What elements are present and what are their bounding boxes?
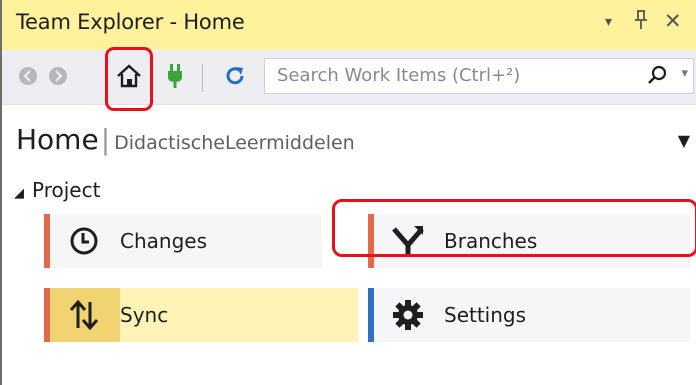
team-explorer-window: Team Explorer - Home ▾ ✕ Search Work Ite… xyxy=(0,0,696,385)
search-placeholder: Search Work Items (Ctrl+²) xyxy=(277,65,521,86)
tile-label: Sync xyxy=(120,303,169,327)
close-icon[interactable]: ✕ xyxy=(664,9,682,33)
toolbar-separator xyxy=(202,64,203,92)
search-options-dropdown-icon[interactable]: ▾ xyxy=(681,66,688,81)
branches-tile-highlight xyxy=(332,199,696,257)
sync-arrows-icon xyxy=(62,293,106,337)
tile-label: Settings xyxy=(444,303,527,327)
connect-button[interactable] xyxy=(162,58,188,94)
repository-name: DidactischeLeermiddelen xyxy=(114,132,355,154)
search-icon[interactable] xyxy=(647,64,669,90)
gear-icon xyxy=(386,293,430,337)
collapse-icon: ◢ xyxy=(14,186,24,201)
window-menu-dropdown-icon[interactable]: ▾ xyxy=(605,14,612,30)
plug-icon xyxy=(168,64,182,88)
refresh-icon xyxy=(226,67,244,85)
forward-button[interactable] xyxy=(46,58,70,94)
refresh-button[interactable] xyxy=(220,58,250,94)
page-title: Home xyxy=(16,123,99,156)
title-bar: Team Explorer - Home ▾ ✕ xyxy=(2,0,696,50)
forward-arrow-icon xyxy=(49,67,67,85)
home-button-highlight xyxy=(105,47,153,111)
pin-icon[interactable] xyxy=(632,9,650,36)
project-section-label: Project xyxy=(32,178,101,202)
page-header: Home| DidactischeLeermiddelen ▼ xyxy=(16,123,696,163)
search-work-items-input[interactable]: Search Work Items (Ctrl+²) ▾ xyxy=(264,58,694,94)
back-arrow-icon xyxy=(19,67,37,85)
header-separator: | xyxy=(100,123,111,156)
window-title: Team Explorer - Home xyxy=(16,10,245,34)
tile-settings[interactable]: Settings xyxy=(368,288,690,342)
clock-icon xyxy=(62,219,106,263)
page-dropdown-icon[interactable]: ▼ xyxy=(678,131,690,150)
project-section-header[interactable]: ◢ Project xyxy=(14,178,100,202)
tile-sync[interactable]: Sync xyxy=(44,288,358,342)
tile-label: Changes xyxy=(120,229,207,253)
back-button[interactable] xyxy=(16,58,40,94)
tile-changes[interactable]: Changes xyxy=(44,214,322,268)
